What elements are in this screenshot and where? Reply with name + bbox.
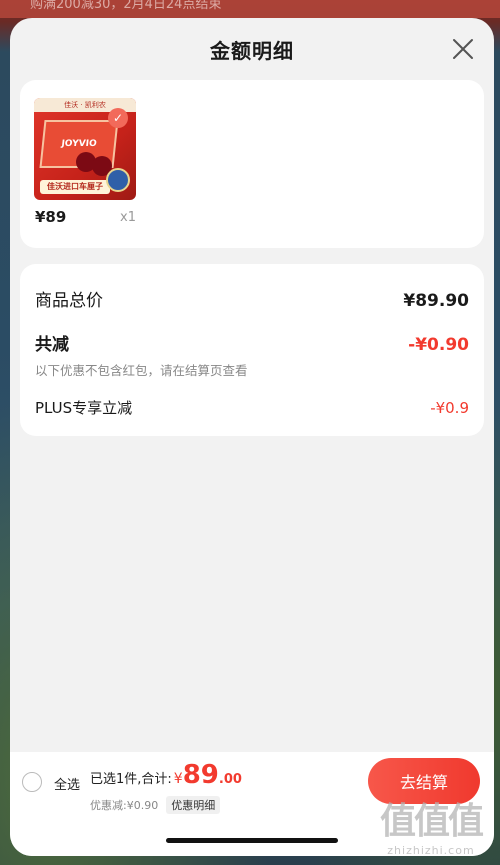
product-price: ¥89 — [35, 208, 67, 226]
discount-line: 优惠减:¥0.90 优惠明细 — [90, 796, 221, 814]
discount-detail-button[interactable]: 优惠明细 — [166, 796, 221, 814]
total-currency: ¥ — [173, 771, 183, 787]
selected-total: 已选1件,合计: ¥ 89 .00 — [90, 760, 242, 790]
select-all-radio[interactable] — [22, 772, 42, 792]
total-amount-integer: 89 — [182, 760, 219, 790]
total-amount-decimal: .00 — [218, 772, 242, 787]
sheet-header: 金额明细 — [10, 18, 494, 80]
total-price-row: 商品总价 ¥89.90 — [35, 286, 469, 311]
total-price-value: ¥89.90 — [403, 291, 469, 311]
select-all-label[interactable]: 全选 — [54, 774, 80, 793]
product-thumbnail[interactable]: 佳沃 · 凯利农 JOYVIO ✓ 佳沃进口车厘子 — [34, 98, 136, 200]
close-icon — [453, 39, 473, 59]
total-price-label: 商品总价 — [35, 291, 103, 311]
total-reduction-row: 共减 -¥0.90 — [35, 330, 469, 355]
total-reduction-label: 共减 — [35, 335, 69, 355]
seal-icon — [106, 168, 130, 192]
discount-amount: 优惠减:¥0.90 — [90, 799, 159, 812]
thumbnail-banner: 佳沃进口车厘子 — [40, 180, 110, 194]
plus-discount-row: PLUS专享立减 -¥0.9 — [35, 397, 469, 418]
product-quantity: x1 — [120, 210, 136, 225]
amount-detail-sheet: 金额明细 佳沃 · 凯利农 JOYVIO ✓ 佳沃进口车厘子 ¥89 x1 商品… — [10, 18, 494, 856]
plus-discount-value: -¥0.9 — [430, 399, 469, 417]
check-badge-icon: ✓ — [108, 108, 128, 128]
sheet-title: 金额明细 — [210, 38, 294, 63]
close-button[interactable] — [452, 38, 474, 60]
product-card: 佳沃 · 凯利农 JOYVIO ✓ 佳沃进口车厘子 ¥89 x1 — [20, 80, 484, 248]
total-reduction-value: -¥0.90 — [408, 335, 469, 355]
price-summary-card: 商品总价 ¥89.90 共减 -¥0.90 以下优惠不包含红包，请在结算页查看 … — [20, 264, 484, 436]
checkout-button[interactable]: 去结算 — [368, 758, 480, 804]
selected-count-text: 已选1件,合计: — [90, 772, 172, 787]
promo-banner: 购满200减30，2月4日24点结束 — [0, 0, 500, 18]
plus-discount-label: PLUS专享立减 — [35, 399, 133, 417]
checkout-bar: 全选 已选1件,合计: ¥ 89 .00 优惠减:¥0.90 优惠明细 去结算 — [10, 752, 494, 856]
reduction-note: 以下优惠不包含红包，请在结算页查看 — [35, 363, 248, 378]
home-indicator[interactable] — [166, 838, 338, 843]
